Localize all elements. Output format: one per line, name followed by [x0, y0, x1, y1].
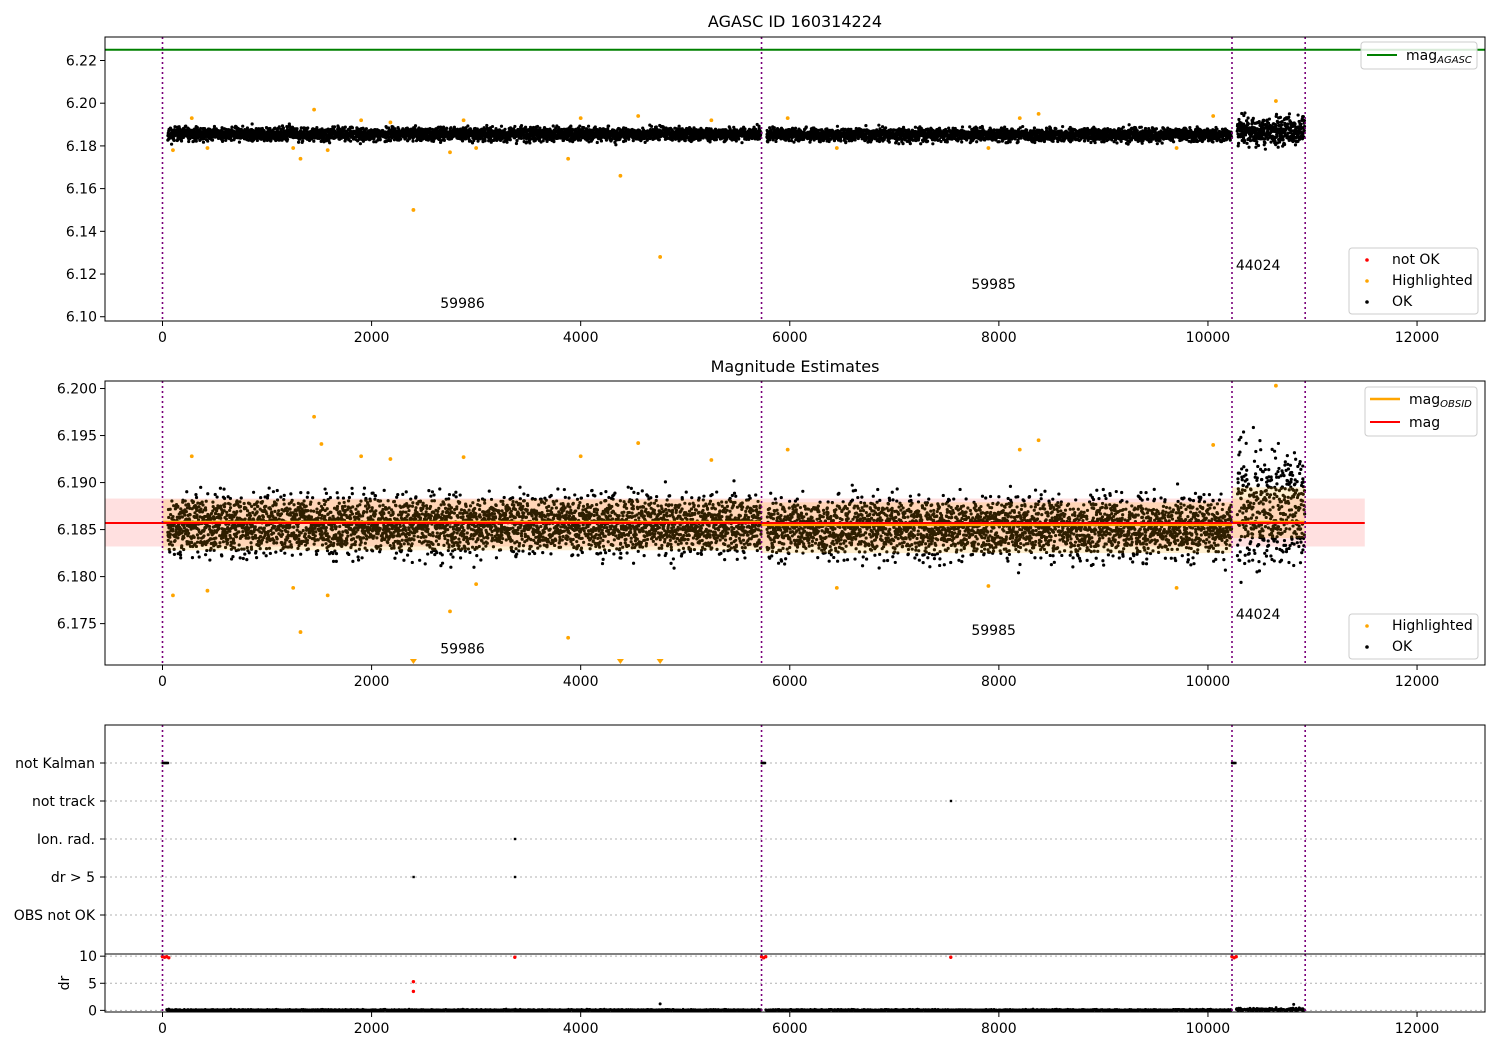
ok-point — [285, 137, 290, 142]
ok-point — [499, 124, 504, 128]
ok-point — [519, 124, 524, 128]
ok-point — [939, 139, 943, 144]
ok-point — [774, 139, 778, 144]
ok-point — [328, 141, 332, 145]
ok-point — [551, 124, 555, 128]
ok-point — [880, 125, 885, 129]
ok-point — [913, 125, 917, 129]
ok-point — [887, 140, 891, 144]
ok-point — [740, 141, 744, 145]
ok-point — [221, 138, 225, 143]
ok-point — [901, 125, 906, 129]
ok-point — [508, 138, 512, 142]
ok-point — [737, 137, 741, 141]
ok-point — [897, 142, 901, 146]
ok-point — [657, 138, 661, 142]
ok-point — [350, 126, 355, 130]
ok-point — [884, 126, 888, 130]
ok-point — [442, 138, 446, 142]
ok-point — [835, 124, 840, 128]
ok-point — [179, 139, 184, 143]
ok-point — [332, 125, 337, 129]
ok-point — [877, 123, 881, 127]
ok-point — [514, 141, 519, 146]
ok-point — [505, 140, 509, 144]
ok-point — [649, 124, 654, 129]
ok-point — [513, 124, 517, 129]
ok-point — [172, 138, 176, 142]
ok-point — [793, 126, 798, 130]
ok-point — [445, 126, 449, 130]
ok-point — [839, 139, 843, 143]
ok-point — [358, 142, 362, 146]
ok-point — [187, 139, 191, 144]
ok-point — [413, 124, 418, 128]
ok-point — [483, 139, 487, 143]
ok-point — [599, 139, 604, 143]
ok-point — [925, 139, 930, 143]
ok-point — [586, 124, 591, 128]
figure: AGASC ID 160314224 6.106.126.146.166.186… — [0, 0, 1500, 1050]
ok-point — [194, 139, 198, 143]
ok-point — [631, 139, 635, 143]
ok-point — [523, 125, 528, 129]
ok-point — [818, 140, 822, 144]
ok-point — [230, 125, 234, 129]
ok-point — [528, 141, 532, 145]
ok-point — [503, 127, 507, 131]
ok-point — [515, 139, 519, 143]
ok-point — [241, 124, 245, 128]
ok-point — [250, 122, 254, 126]
ok-point — [607, 124, 611, 128]
ok-point — [743, 127, 747, 131]
ok-point — [552, 140, 556, 144]
ok-point — [623, 139, 628, 143]
ok-point — [306, 126, 310, 130]
ok-point — [804, 125, 808, 129]
ok-point — [206, 139, 210, 143]
ok-point — [210, 138, 215, 142]
ok-point — [569, 124, 573, 128]
ok-point — [169, 142, 174, 146]
ok-point — [677, 124, 681, 128]
ok-point — [281, 126, 285, 130]
figure-title: AGASC ID 160314224 — [708, 12, 882, 31]
ok-point — [466, 124, 470, 128]
ok-point — [545, 139, 549, 143]
ok-point — [931, 142, 935, 146]
ok-point — [919, 142, 923, 146]
ok-point — [714, 138, 718, 142]
ok-point — [614, 143, 618, 147]
ok-point — [449, 126, 453, 130]
ok-point — [853, 138, 857, 142]
ok-point — [295, 127, 299, 131]
ok-point — [296, 140, 301, 144]
ok-point — [399, 137, 403, 141]
ok-point — [908, 142, 912, 146]
ok-point — [595, 140, 599, 145]
ok-point — [195, 125, 199, 130]
ok-point — [201, 140, 206, 144]
ok-point — [364, 127, 368, 131]
ok-point — [348, 139, 353, 143]
ok-point — [864, 123, 868, 128]
ok-point — [301, 139, 305, 143]
ok-point — [490, 124, 495, 129]
ok-point — [945, 140, 949, 144]
ok-point — [378, 138, 382, 142]
ok-point — [411, 139, 415, 143]
ok-point — [343, 125, 347, 129]
ok-point — [844, 140, 848, 144]
ok-point — [578, 124, 582, 128]
ok-point — [312, 139, 316, 143]
ok-point — [901, 142, 905, 146]
ok-point — [708, 140, 712, 144]
ok-point — [485, 123, 489, 128]
ok-point — [237, 140, 242, 144]
